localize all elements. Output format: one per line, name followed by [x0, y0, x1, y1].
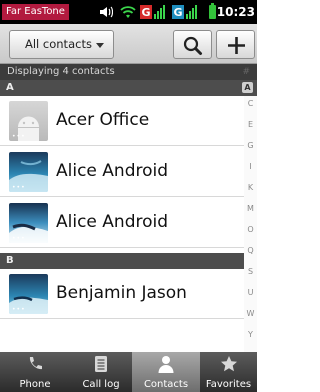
tab-label: Call log [82, 379, 120, 390]
index-letter[interactable]: O [244, 225, 257, 234]
tab-call-log[interactable]: Call log [70, 352, 132, 392]
chevron-down-icon [96, 43, 104, 48]
phone-icon [29, 357, 42, 370]
action-bar: All contacts [0, 24, 257, 64]
contact-row[interactable]: ••• Alice Android [0, 147, 244, 197]
contact-row[interactable]: ••• Acer Office [0, 96, 244, 146]
battery-icon [209, 3, 216, 19]
search-icon [183, 36, 202, 55]
add-contact-button[interactable] [216, 30, 255, 59]
index-letter[interactable]: K [244, 183, 257, 192]
filter-label: All contacts [25, 37, 92, 51]
index-letter[interactable]: S [244, 267, 257, 276]
section-letter: A [6, 82, 14, 93]
contact-name: Alice Android [56, 212, 169, 232]
index-letter[interactable]: E [244, 120, 257, 129]
plus-icon [228, 37, 245, 54]
status-bar: Far EasTone G G 10:23 [0, 0, 257, 24]
signal-g-icon: G [140, 5, 165, 19]
contact-name: Acer Office [56, 110, 150, 130]
call-log-icon [95, 356, 107, 372]
section-index-badge: A [242, 82, 253, 93]
contact-filter-dropdown[interactable]: All contacts [9, 30, 114, 59]
index-hash: # [242, 67, 250, 77]
contact-row[interactable]: ••• Benjamin Jason [0, 269, 244, 319]
svg-text:G: G [173, 6, 182, 19]
signal-g-icon: G [172, 5, 197, 19]
section-header-a: A A [0, 80, 257, 96]
star-icon [220, 356, 237, 372]
avatar: ••• [9, 101, 48, 141]
index-letter[interactable]: W [244, 309, 257, 318]
volume-icon [100, 6, 113, 18]
svg-text:G: G [141, 6, 150, 19]
contact-count-text: Displaying 4 contacts [7, 66, 115, 77]
avatar: ••• [9, 274, 48, 314]
section-letter: B [6, 255, 14, 266]
contact-row[interactable]: ••• Alice Android [0, 198, 244, 248]
tab-label: Contacts [143, 379, 189, 390]
tab-phone[interactable]: Phone [0, 352, 70, 392]
contact-count-header: Displaying 4 contacts # [0, 64, 257, 80]
search-button[interactable] [173, 30, 212, 59]
section-header-b: B [0, 253, 257, 269]
avatar: ••• [9, 203, 48, 243]
contact-name: Alice Android [56, 161, 169, 181]
avatar-dots: ••• [12, 235, 26, 242]
index-letter[interactable]: U [244, 288, 257, 297]
avatar-dots: ••• [12, 133, 26, 140]
avatar-dots: ••• [12, 184, 26, 191]
status-clock: 10:23 [216, 5, 255, 19]
index-letter[interactable]: G [244, 141, 257, 150]
tab-contacts[interactable]: Contacts [132, 352, 200, 392]
tab-favorites[interactable]: Favorites [200, 352, 257, 392]
index-letter[interactable]: Y [244, 330, 257, 339]
alphabet-index[interactable]: C E G I K M O Q S U W Y [244, 96, 257, 352]
avatar: ••• [9, 152, 48, 192]
avatar-dots: ••• [12, 306, 26, 313]
index-letter[interactable]: C [244, 99, 257, 108]
tab-label: Favorites [205, 379, 252, 390]
carrier-label: Far EasTone [2, 4, 69, 20]
tab-label: Phone [19, 379, 51, 390]
contact-name: Benjamin Jason [56, 283, 187, 303]
index-letter[interactable]: M [244, 204, 257, 213]
index-letter[interactable]: Q [244, 246, 257, 255]
index-letter[interactable]: I [244, 162, 257, 171]
person-icon [158, 356, 174, 373]
bottom-tab-bar: Phone Call log Contacts Favorites [0, 352, 257, 392]
wifi-icon [120, 6, 136, 18]
